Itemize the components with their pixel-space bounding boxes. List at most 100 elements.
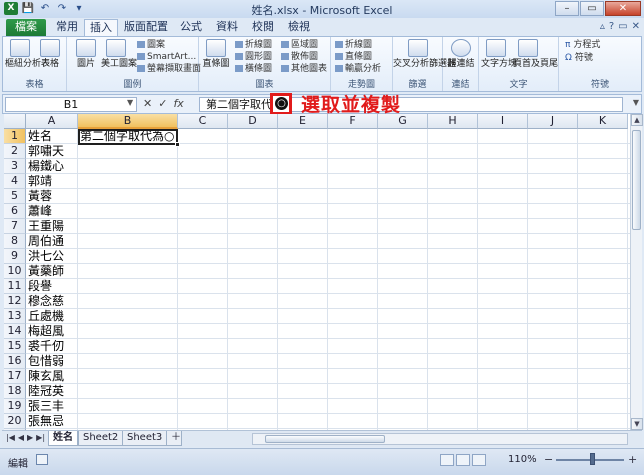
row-header[interactable]: 5 bbox=[4, 189, 26, 204]
horizontal-scroll-thumb[interactable] bbox=[265, 435, 385, 443]
maximize-button[interactable]: ▭ bbox=[580, 1, 604, 16]
row-header[interactable]: 9 bbox=[4, 249, 26, 264]
column-header-d[interactable]: D bbox=[228, 114, 278, 129]
tab-home[interactable]: 常用 bbox=[50, 19, 84, 36]
cell-b[interactable] bbox=[78, 249, 80, 264]
fill-handle[interactable] bbox=[175, 142, 180, 147]
sheet-tab-sheet2[interactable]: Sheet2 bbox=[78, 431, 124, 446]
table-button[interactable]: 表格 bbox=[35, 39, 65, 69]
scroll-up-icon[interactable]: ▲ bbox=[631, 114, 643, 126]
cell-a[interactable]: 郭嘯天 bbox=[26, 144, 78, 159]
sparkline-winloss-button[interactable]: 輸贏分析 bbox=[335, 64, 381, 74]
vertical-scrollbar[interactable]: ▲ ▼ bbox=[630, 114, 643, 430]
formula-input[interactable]: 第二個字取代為 bbox=[199, 97, 623, 112]
close-button[interactable]: ✕ bbox=[605, 1, 641, 16]
cell-b[interactable] bbox=[78, 219, 80, 234]
cell-b[interactable] bbox=[78, 309, 80, 324]
row-header[interactable]: 15 bbox=[4, 339, 26, 354]
slicer-button[interactable]: 交叉分析篩選器 bbox=[393, 39, 456, 69]
cell-a[interactable]: 黃蓉 bbox=[26, 189, 78, 204]
tab-page-layout[interactable]: 版面配置 bbox=[120, 19, 172, 36]
cell-b[interactable] bbox=[78, 264, 80, 279]
name-box[interactable]: B1 bbox=[5, 97, 137, 112]
cell-a[interactable]: 黃藥師 bbox=[26, 264, 78, 279]
row-header[interactable]: 18 bbox=[4, 384, 26, 399]
row-header[interactable]: 13 bbox=[4, 309, 26, 324]
cell-a[interactable]: 郭靖 bbox=[26, 174, 78, 189]
macro-record-icon[interactable] bbox=[36, 454, 48, 465]
expand-formula-icon[interactable]: ▼ bbox=[633, 98, 639, 107]
insert-function-icon[interactable]: fx bbox=[173, 97, 183, 110]
row-header[interactable]: 11 bbox=[4, 279, 26, 294]
prev-sheet-icon[interactable]: ◀ bbox=[18, 433, 24, 442]
column-header-i[interactable]: I bbox=[478, 114, 528, 129]
cell-b[interactable] bbox=[78, 234, 80, 249]
header-footer-button[interactable]: 頁首及頁尾 bbox=[513, 39, 558, 69]
enter-icon[interactable]: ✓ bbox=[158, 97, 167, 110]
sheet-tab-names[interactable]: 姓名 bbox=[48, 431, 78, 446]
scroll-down-icon[interactable]: ▼ bbox=[631, 418, 643, 430]
column-header-b[interactable]: B bbox=[78, 114, 178, 129]
sheet-tab-sheet3[interactable]: Sheet3 bbox=[122, 431, 168, 446]
textbox-button[interactable]: 文字方塊 bbox=[481, 39, 517, 69]
zoom-slider-thumb[interactable] bbox=[590, 453, 595, 465]
cell-b[interactable] bbox=[78, 399, 80, 414]
cell-a[interactable]: 梅超風 bbox=[26, 324, 78, 339]
column-header-f[interactable]: F bbox=[328, 114, 378, 129]
cell-a[interactable]: 周伯通 bbox=[26, 234, 78, 249]
row-header[interactable]: 7 bbox=[4, 219, 26, 234]
row-header[interactable]: 6 bbox=[4, 204, 26, 219]
cell-a[interactable]: 陸冠英 bbox=[26, 384, 78, 399]
cell-a[interactable]: 張無忌 bbox=[26, 414, 78, 429]
scatter-chart-button[interactable]: 散佈圖 bbox=[281, 52, 318, 62]
cell-a[interactable]: 姓名 bbox=[26, 129, 78, 144]
row-header[interactable]: 10 bbox=[4, 264, 26, 279]
cell-b[interactable] bbox=[78, 294, 80, 309]
clipart-button[interactable]: 美工圖案 bbox=[101, 39, 137, 69]
minimize-button[interactable]: – bbox=[555, 1, 579, 16]
other-charts-button[interactable]: 其他圖表 bbox=[281, 64, 327, 74]
cell-a[interactable]: 包惜弱 bbox=[26, 354, 78, 369]
help-icon[interactable]: ? bbox=[609, 21, 614, 32]
column-chart-button[interactable]: 直條圖 bbox=[201, 39, 231, 69]
horizontal-scrollbar[interactable] bbox=[252, 433, 628, 445]
select-all-corner[interactable] bbox=[4, 114, 26, 129]
row-header[interactable]: 17 bbox=[4, 369, 26, 384]
cell-b[interactable] bbox=[78, 339, 80, 354]
column-header-e[interactable]: E bbox=[278, 114, 328, 129]
tab-formulas[interactable]: 公式 bbox=[174, 19, 208, 36]
row-header[interactable]: 4 bbox=[4, 174, 26, 189]
column-header-a[interactable]: A bbox=[26, 114, 78, 129]
cell-a[interactable]: 裘千仞 bbox=[26, 339, 78, 354]
cell-b[interactable] bbox=[78, 369, 80, 384]
row-header[interactable]: 16 bbox=[4, 354, 26, 369]
cell-b[interactable] bbox=[78, 144, 80, 159]
cell-b[interactable] bbox=[78, 279, 80, 294]
first-sheet-icon[interactable]: |◀ bbox=[6, 433, 15, 442]
tab-insert[interactable]: 插入 bbox=[84, 19, 118, 36]
symbol-button[interactable]: Ω 符號 bbox=[565, 53, 593, 63]
cell-a[interactable]: 陳玄風 bbox=[26, 369, 78, 384]
page-break-view-icon[interactable] bbox=[472, 454, 486, 466]
equation-button[interactable]: π 方程式 bbox=[565, 40, 600, 50]
row-header[interactable]: 19 bbox=[4, 399, 26, 414]
smartart-button[interactable]: SmartArt... bbox=[137, 52, 196, 62]
bar-chart-button[interactable]: 橫條圖 bbox=[235, 64, 272, 74]
vertical-scroll-thumb[interactable] bbox=[632, 130, 641, 230]
next-sheet-icon[interactable]: ▶ bbox=[27, 433, 33, 442]
row-header[interactable]: 2 bbox=[4, 144, 26, 159]
cell-a[interactable]: 王重陽 bbox=[26, 219, 78, 234]
area-chart-button[interactable]: 區域圖 bbox=[281, 40, 318, 50]
cell-b[interactable] bbox=[78, 204, 80, 219]
tab-data[interactable]: 資料 bbox=[210, 19, 244, 36]
row-header[interactable]: 14 bbox=[4, 324, 26, 339]
cell-b[interactable] bbox=[78, 384, 80, 399]
pie-chart-button[interactable]: 圓形圖 bbox=[235, 52, 272, 62]
cell-b[interactable] bbox=[78, 189, 80, 204]
row-header[interactable]: 8 bbox=[4, 234, 26, 249]
cell-b[interactable] bbox=[78, 159, 80, 174]
column-header-c[interactable]: C bbox=[178, 114, 228, 129]
ribbon-minimize-icon[interactable]: ▵ bbox=[600, 21, 605, 32]
workbook-minimize-icon[interactable]: ▭ bbox=[618, 21, 627, 32]
cell-b[interactable] bbox=[78, 324, 80, 339]
